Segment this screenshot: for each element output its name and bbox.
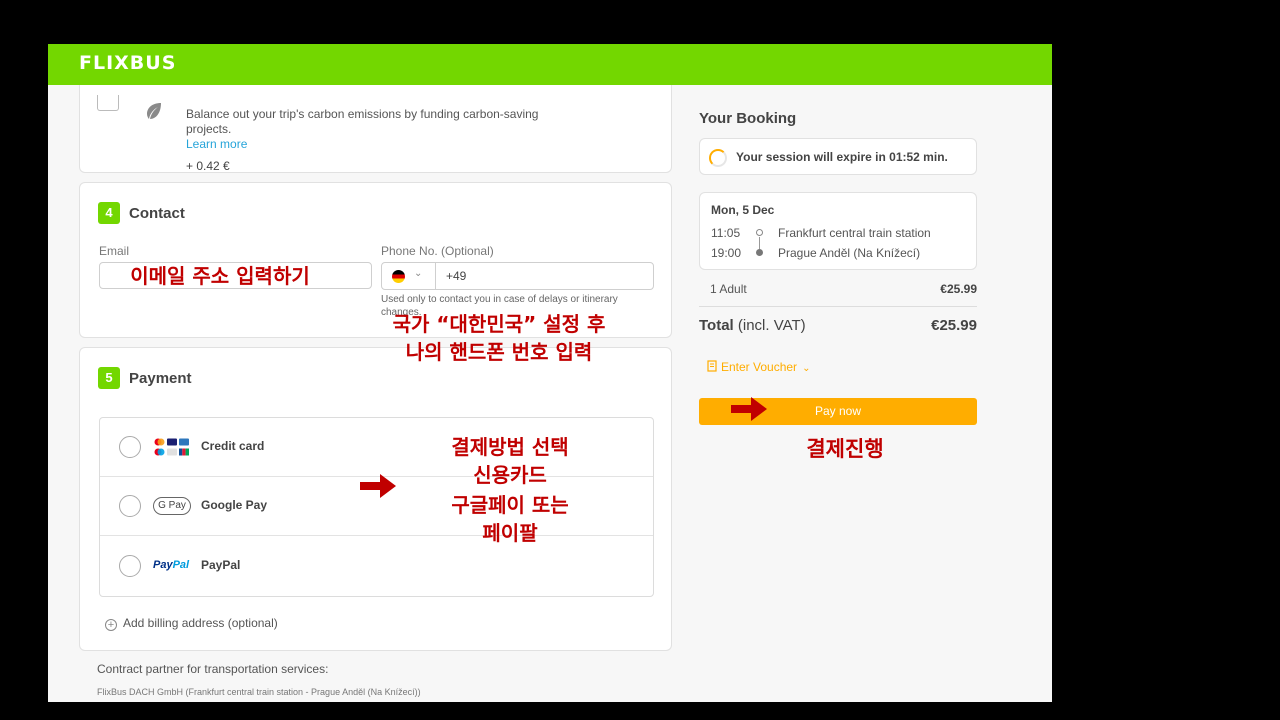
departure-time: 11:05: [711, 226, 741, 240]
session-timer: Your session will expire in 01:52 min.: [699, 138, 977, 175]
billing-label: Add billing address (optional): [123, 616, 278, 630]
google-pay-icon: G Pay: [153, 497, 191, 515]
contract-partner-title: Contract partner for transportation serv…: [97, 662, 329, 676]
step-badge: 4: [98, 202, 120, 224]
contract-partner-detail: FlixBus DACH GmbH (Frankfurt central tra…: [97, 687, 421, 697]
departure-station: Frankfurt central train station: [778, 226, 931, 240]
annotation-phone-line2: 나의 핸드폰 번호 입력: [405, 340, 593, 364]
chevron-down-icon: ⌄: [802, 363, 811, 374]
radio-button[interactable]: [119, 555, 141, 577]
top-bar: FLIXBUS: [48, 44, 1052, 85]
annotation-method-line4: 페이팔: [482, 521, 538, 545]
phone-label: Phone No. (Optional): [381, 244, 494, 258]
phone-value[interactable]: +49: [446, 269, 466, 283]
section-title: Contact: [129, 205, 185, 222]
arrival-time: 19:00: [711, 246, 742, 260]
passenger-row: 1 Adult €25.99: [710, 282, 977, 296]
chevron-down-icon: ⌄: [414, 268, 423, 279]
trip-summary: Mon, 5 Dec 11:05 Frankfurt central train…: [699, 192, 977, 270]
payment-option-label: PayPal: [201, 558, 241, 572]
plus-circle-icon: +: [105, 619, 117, 631]
summary-divider: [699, 306, 977, 307]
annotation-pay: 결제진행: [806, 437, 884, 461]
leaf-icon: [147, 103, 161, 119]
paypal-logo-icon: PayPal: [153, 559, 190, 571]
phone-field[interactable]: ⌄ +49: [381, 262, 654, 290]
radio-button[interactable]: [119, 436, 141, 458]
arrow-right-icon: [731, 397, 767, 421]
enter-voucher-link[interactable]: Enter Voucher ⌄: [707, 360, 810, 374]
spinner-icon: [709, 149, 727, 167]
session-text: Your session will expire in 01:52 min.: [736, 150, 948, 164]
total-label: Total: [699, 317, 734, 334]
route-line: [759, 237, 760, 249]
carbon-checkbox[interactable]: [97, 95, 119, 111]
total-row: Total (incl. VAT) €25.99: [699, 317, 977, 334]
passenger-count: 1 Adult: [710, 282, 747, 296]
country-select[interactable]: ⌄: [382, 263, 436, 289]
arrival-dot-icon: [756, 249, 763, 256]
annotation-method-line3: 구글페이 또는: [451, 493, 569, 517]
carbon-description: Balance out your trip's carbon emissions…: [186, 107, 539, 136]
departure-dot-icon: [756, 229, 763, 236]
carbon-price: + 0.42 €: [186, 159, 230, 173]
arrival-station: Prague Anděl (Na Knížecí): [778, 246, 921, 260]
annotation-method-line2: 신용카드: [473, 463, 547, 487]
trip-date: Mon, 5 Dec: [711, 203, 775, 217]
credit-card-logos-icon: [154, 438, 189, 456]
germany-flag-icon: [392, 270, 405, 283]
payment-option-label: Credit card: [201, 439, 265, 453]
annotation-email: 이메일 주소 입력하기: [130, 264, 310, 288]
total-price: €25.99: [931, 317, 977, 334]
arrow-right-icon: [360, 474, 396, 498]
radio-button[interactable]: [119, 495, 141, 517]
payment-option-label: Google Pay: [201, 498, 268, 512]
add-billing-address-link[interactable]: + Add billing address (optional): [105, 616, 278, 631]
section-title: Payment: [129, 370, 192, 387]
voucher-icon: [707, 360, 717, 372]
email-label: Email: [99, 244, 130, 258]
flixbus-logo[interactable]: FLIXBUS: [79, 52, 176, 74]
step-badge: 5: [98, 367, 120, 389]
checkout-screenshot: Balance out your trip's carbon emissions…: [48, 44, 1052, 702]
booking-title: Your Booking: [699, 110, 797, 127]
learn-more-link[interactable]: Learn more: [186, 137, 247, 151]
total-suffix: (incl. VAT): [733, 317, 806, 334]
voucher-label: Enter Voucher: [721, 360, 798, 374]
passenger-price: €25.99: [940, 282, 977, 296]
annotation-phone-line1: 국가 “대한민국” 설정 후: [392, 312, 606, 336]
annotation-method-line1: 결제방법 선택: [451, 435, 569, 459]
